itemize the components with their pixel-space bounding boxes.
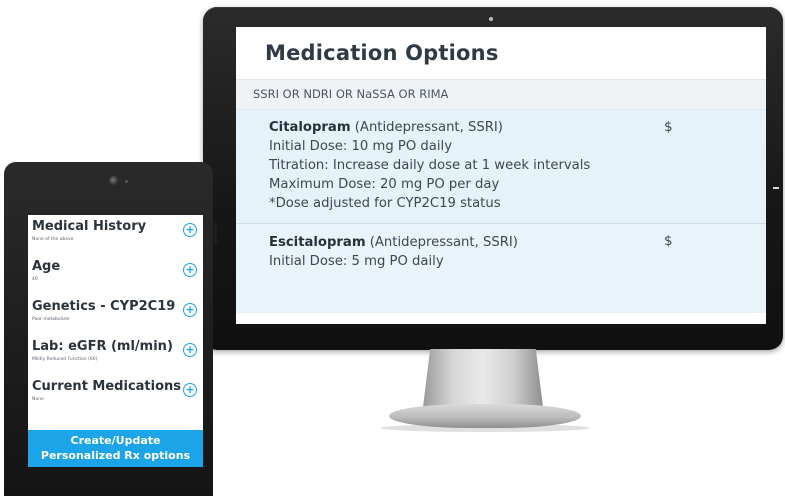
medication-class: (Antidepressant, SSRI): [354, 120, 503, 135]
field-label: Current Medications: [32, 379, 182, 394]
price-indicator: $: [664, 119, 673, 135]
titration: Titration: Increase daily dose at 1 week…: [269, 158, 591, 173]
maximum-dose: Maximum Dose: 20 mg PO per day: [269, 177, 500, 192]
tablet-camera-icon: [109, 176, 119, 186]
filter-bar[interactable]: SSRI OR NDRI OR NaSSA OR RIMA: [236, 80, 766, 110]
monitor-side-mark: [773, 187, 779, 189]
dose-note: *Dose adjusted for CYP2C19 status: [269, 196, 501, 211]
tablet-sensor: [125, 180, 128, 183]
field-value: Poor metabolizer: [32, 317, 71, 322]
plus-circle-icon[interactable]: +: [183, 223, 197, 237]
medication-class: (Antidepressant, SSRI): [369, 235, 518, 250]
monitor-screen: Medication Options SSRI OR NDRI OR NaSSA…: [236, 27, 766, 324]
button-line-2: Personalized Rx options: [40, 449, 191, 462]
price-indicator: $: [664, 233, 673, 249]
tablet-side-button: [214, 222, 217, 244]
field-value: 40: [32, 277, 38, 282]
field-value: Mildly Reduced Function (60): [32, 357, 98, 362]
button-line-1: Create/Update: [70, 434, 161, 447]
field-current-medications[interactable]: Current Medications None +: [28, 375, 203, 415]
field-value: None: [32, 397, 44, 402]
field-age[interactable]: Age 40 +: [28, 255, 203, 295]
medication-heading: Citalopram (Antidepressant, SSRI): [269, 118, 766, 137]
page-title: Medication Options: [265, 41, 499, 65]
tablet-screen: Medical History None of the above + Age …: [28, 215, 203, 467]
medication-card-escitalopram[interactable]: Escitalopram (Antidepressant, SSRI) Init…: [236, 224, 766, 313]
medication-heading: Escitalopram (Antidepressant, SSRI): [269, 233, 766, 252]
filter-query: SSRI OR NDRI OR NaSSA OR RIMA: [253, 87, 449, 101]
field-label: Genetics - CYP2C19: [32, 299, 176, 314]
field-label: Medical History: [32, 219, 147, 234]
field-label: Age: [32, 259, 61, 274]
monitor-camera: [489, 17, 493, 21]
medication-name: Escitalopram: [269, 235, 366, 250]
field-label: Lab: eGFR (ml/min): [32, 339, 173, 354]
plus-circle-icon[interactable]: +: [183, 303, 197, 317]
initial-dose: Initial Dose: 10 mg PO daily: [269, 139, 453, 154]
initial-dose: Initial Dose: 5 mg PO daily: [269, 254, 444, 269]
field-medical-history[interactable]: Medical History None of the above +: [28, 215, 203, 255]
monitor-stand-neck: [423, 349, 543, 407]
field-value: None of the above: [32, 237, 74, 242]
medication-name: Citalopram: [269, 120, 351, 135]
monitor-stand-base: [389, 404, 581, 428]
create-update-rx-button[interactable]: Create/Update Personalized Rx options: [28, 430, 203, 467]
plus-circle-icon[interactable]: +: [183, 263, 197, 277]
field-lab-egfr[interactable]: Lab: eGFR (ml/min) Mildly Reduced Functi…: [28, 335, 203, 375]
plus-circle-icon[interactable]: +: [183, 343, 197, 357]
screen-header: Medication Options: [236, 27, 766, 80]
medication-card-citalopram[interactable]: Citalopram (Antidepressant, SSRI) Initia…: [236, 110, 766, 224]
field-genetics[interactable]: Genetics - CYP2C19 Poor metabolizer +: [28, 295, 203, 335]
plus-circle-icon[interactable]: +: [183, 383, 197, 397]
